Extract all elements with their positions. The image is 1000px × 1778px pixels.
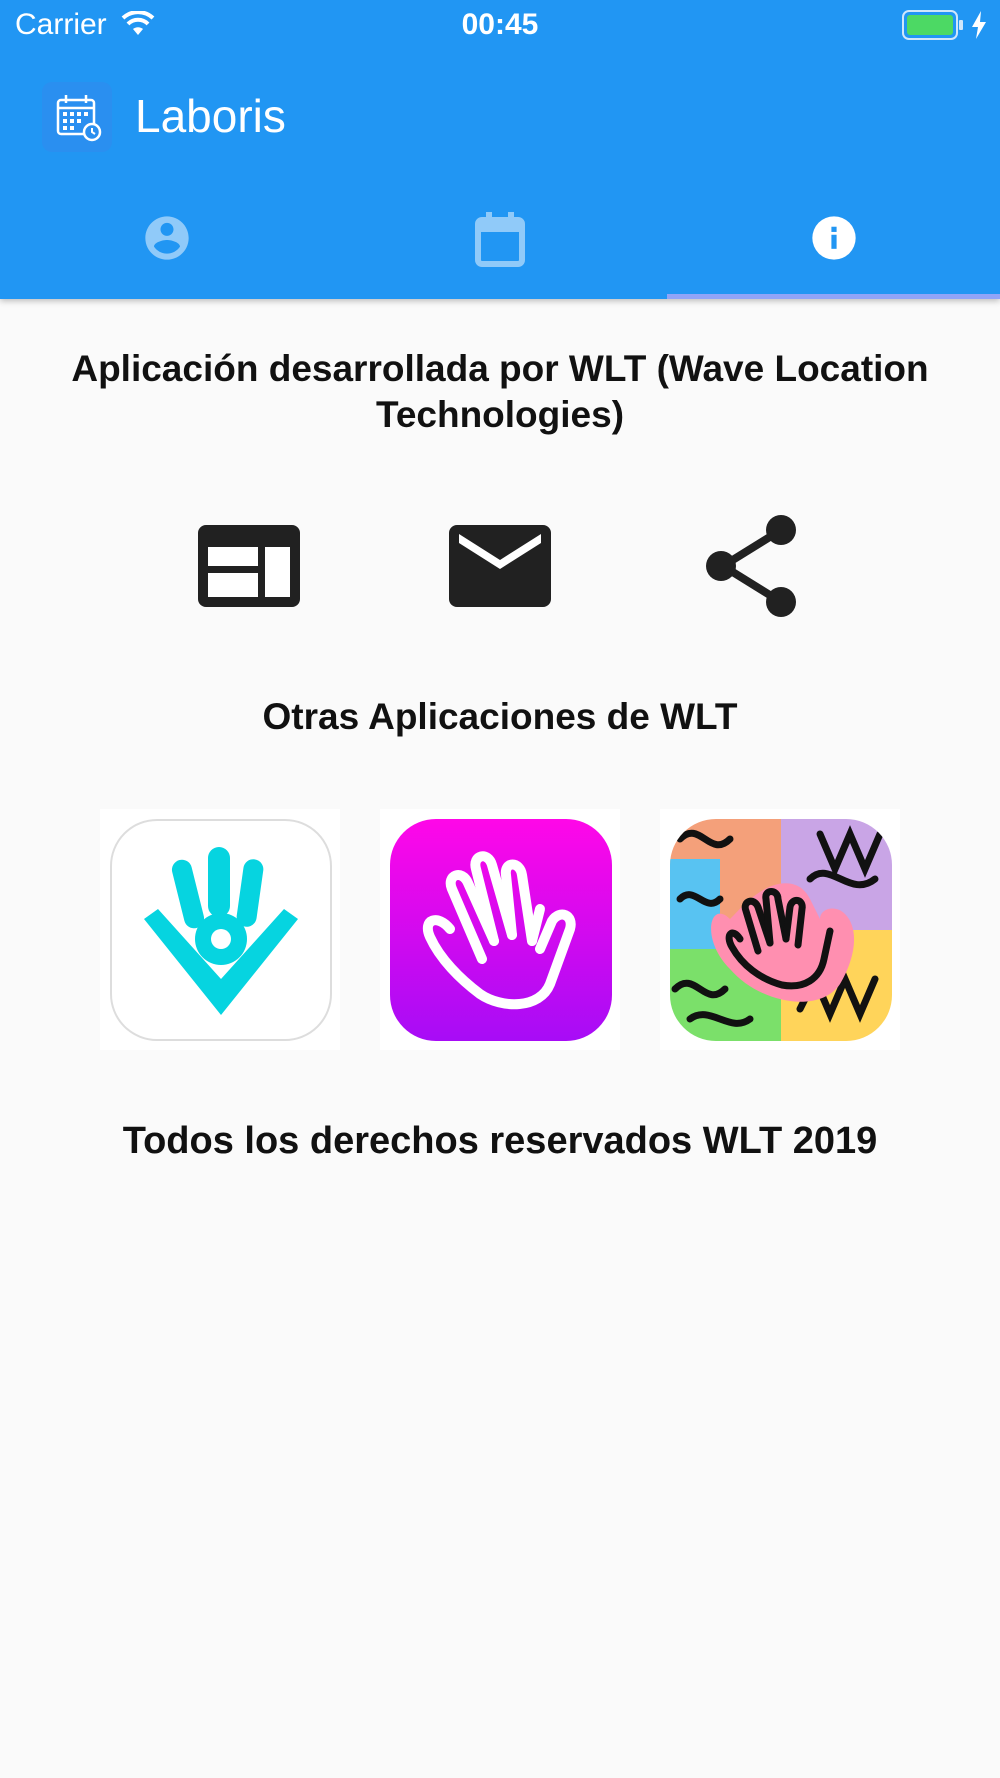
other-app-2[interactable] <box>380 809 620 1050</box>
email-button[interactable] <box>445 516 555 616</box>
share-icon <box>706 515 796 617</box>
calendar-clock-icon <box>42 82 112 152</box>
tab-profile[interactable] <box>0 180 333 299</box>
website-button[interactable] <box>194 516 304 616</box>
cyan-hand-pin-app-icon <box>110 819 332 1041</box>
battery-icon <box>902 10 964 45</box>
share-button[interactable] <box>696 515 806 617</box>
developer-text: Aplicación desarrollada por WLT (Wave Lo… <box>71 348 929 435</box>
calendar-icon <box>474 212 525 267</box>
app-title: Laboris <box>135 90 286 142</box>
other-apps-title: Otras Aplicaciones de WLT <box>262 696 738 737</box>
magenta-hand-app-icon <box>390 819 612 1041</box>
other-app-3[interactable] <box>660 809 900 1050</box>
copyright-text: Todos los derechos reservados WLT 2019 <box>122 1120 878 1162</box>
account-circle-icon <box>144 216 189 260</box>
toolbar: Laboris <box>0 60 1000 172</box>
colorful-hands-app-icon <box>670 819 892 1041</box>
clock: 00:45 <box>461 8 539 41</box>
tab-bar <box>0 180 1000 299</box>
tab-info[interactable] <box>667 180 1000 299</box>
other-app-1[interactable] <box>100 809 340 1050</box>
tab-calendar[interactable] <box>333 180 666 299</box>
info-icon <box>811 216 856 260</box>
tab-indicator <box>667 294 1000 299</box>
web-icon <box>198 525 300 607</box>
app-bar: Carrier 00:45 Laboris <box>0 0 1000 299</box>
status-bar: Carrier 00:45 <box>0 0 1000 50</box>
mail-icon <box>449 525 551 607</box>
charging-bolt-icon <box>970 10 988 45</box>
